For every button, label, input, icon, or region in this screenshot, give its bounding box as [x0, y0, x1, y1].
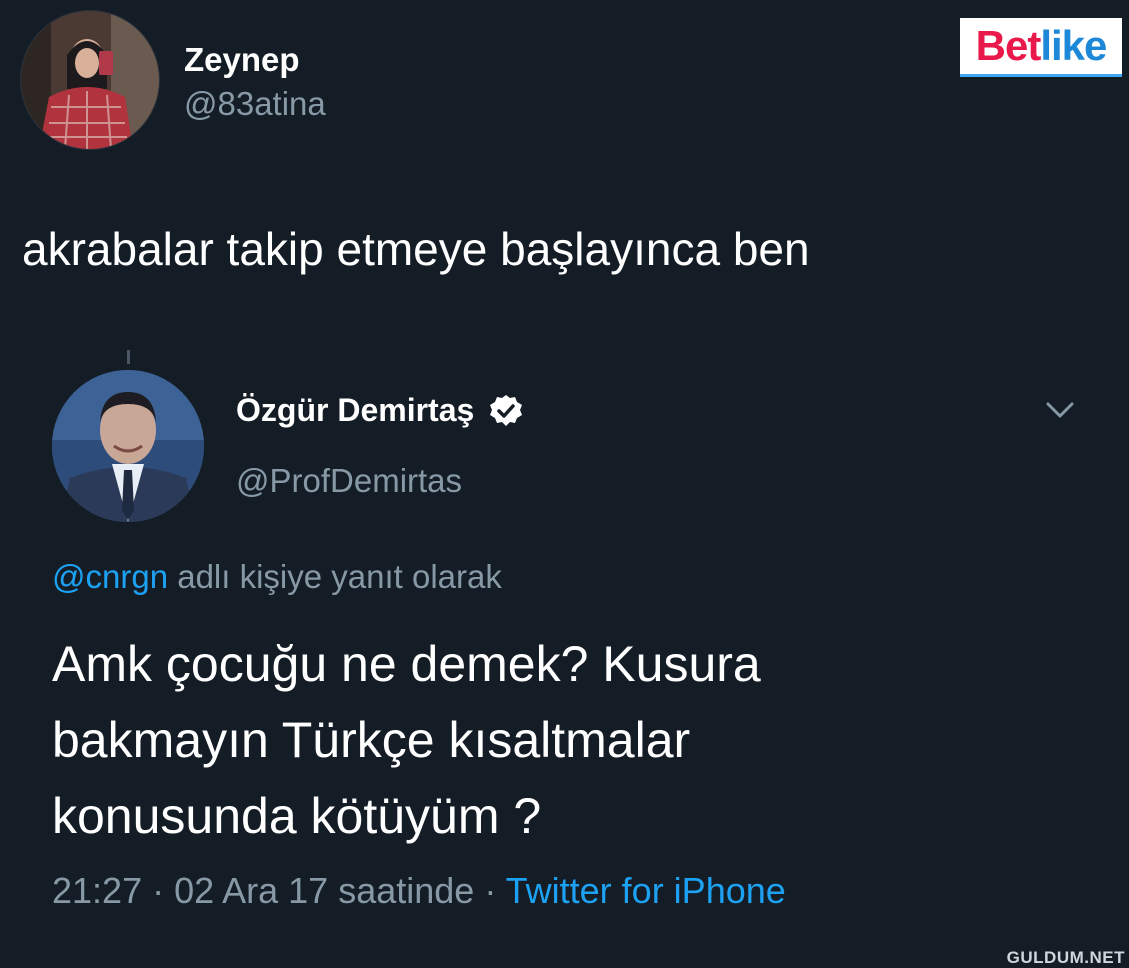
timestamp: 21:27 · 02 Ara 17 saatinde ·: [52, 870, 506, 911]
quoted-avatar-photo: [52, 370, 204, 522]
verified-badge-icon: [490, 394, 523, 426]
author-handle[interactable]: @83atina: [184, 83, 326, 126]
quoted-avatar[interactable]: [52, 370, 204, 522]
chevron-down-icon[interactable]: [1042, 398, 1078, 422]
tweet-meta: 21:27 · 02 Ara 17 saatinde · Twitter for…: [52, 870, 786, 912]
logo-part-2: like: [1040, 22, 1107, 69]
source-link[interactable]: Twitter for iPhone: [506, 870, 786, 911]
body-line: bakmayın Türkçe kısaltmalar: [52, 712, 691, 768]
reply-mention-link[interactable]: @cnrgn: [52, 558, 168, 595]
avatar[interactable]: [20, 10, 160, 150]
avatar-photo: [21, 11, 159, 149]
logo-part-1: Bet: [975, 22, 1042, 69]
reply-context: @cnrgn adlı kişiye yanıt olarak: [52, 558, 502, 596]
reply-suffix: adlı kişiye yanıt olarak: [168, 558, 502, 595]
author-name[interactable]: Zeynep: [184, 40, 326, 80]
quoted-author-handle[interactable]: @ProfDemirtas: [236, 462, 462, 500]
quoted-author-name[interactable]: Özgür Demirtaş: [236, 392, 474, 429]
tweet-author: Zeynep @83atina: [20, 10, 326, 150]
quoted-tweet-body: Amk çocuğu ne demek? Kusura bakmayın Tür…: [52, 626, 761, 854]
tweet-text: akrabalar takip etmeye başlayınca ben: [22, 223, 810, 275]
body-line: konusunda kötüyüm ?: [52, 788, 542, 844]
betlike-logo: Bet like: [960, 18, 1122, 77]
quoted-tweet[interactable]: Özgür Demirtaş @ProfDemirtas @cnrgn adlı…: [12, 360, 1112, 940]
body-line: Amk çocuğu ne demek? Kusura: [52, 636, 761, 692]
watermark: GULDUM.NET: [1006, 948, 1125, 967]
